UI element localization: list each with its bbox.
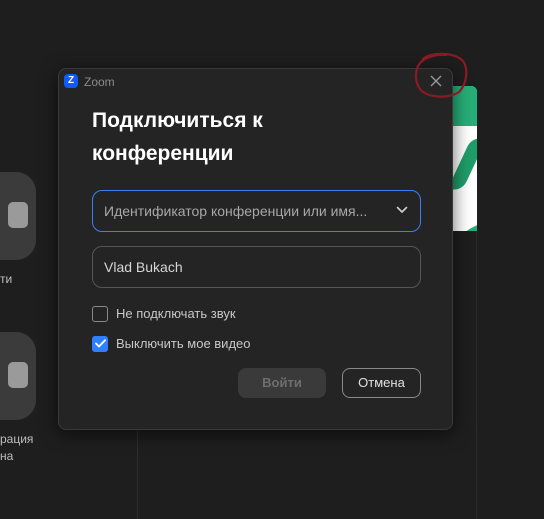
chevron-down-icon[interactable] [396,206,408,214]
mute-audio-label: Не подключать звук [116,306,236,321]
dialog-heading: Подключиться к конференции [92,104,392,170]
mute-audio-checkbox[interactable] [92,306,108,322]
name-input-value: Vlad Bukach [104,259,183,275]
close-button[interactable] [424,71,448,93]
close-icon [430,75,442,87]
video-off-label: Выключить мое видео [116,336,251,351]
join-button[interactable]: Войти [238,368,326,398]
cancel-button[interactable]: Отмена [342,368,421,398]
background-label: рация [0,432,34,446]
heading-line-1: Подключиться к [92,109,263,132]
meeting-id-combobox[interactable]: Идентификатор конференции или имя... [92,190,421,232]
app-title: Zoom [84,75,115,89]
checkmark-icon [94,339,106,348]
meeting-id-placeholder: Идентификатор конференции или имя... [104,203,368,219]
video-off-checkbox[interactable] [92,336,108,352]
name-input[interactable]: Vlad Bukach [92,246,421,288]
zoom-logo-icon: Z [64,74,78,88]
background-label: на [0,449,14,463]
dialog-titlebar: Z Zoom [59,69,452,95]
background-label: ти [0,272,13,286]
background-tile-icon [0,332,36,420]
background-tile-icon [0,172,36,260]
join-meeting-dialog: Z Zoom Подключиться к конференции Иденти… [58,68,453,430]
heading-line-2: конференции [92,142,234,165]
background-divider [476,230,477,519]
screen: ти рация на Z Zoom Подключиться к конфер… [0,0,544,519]
